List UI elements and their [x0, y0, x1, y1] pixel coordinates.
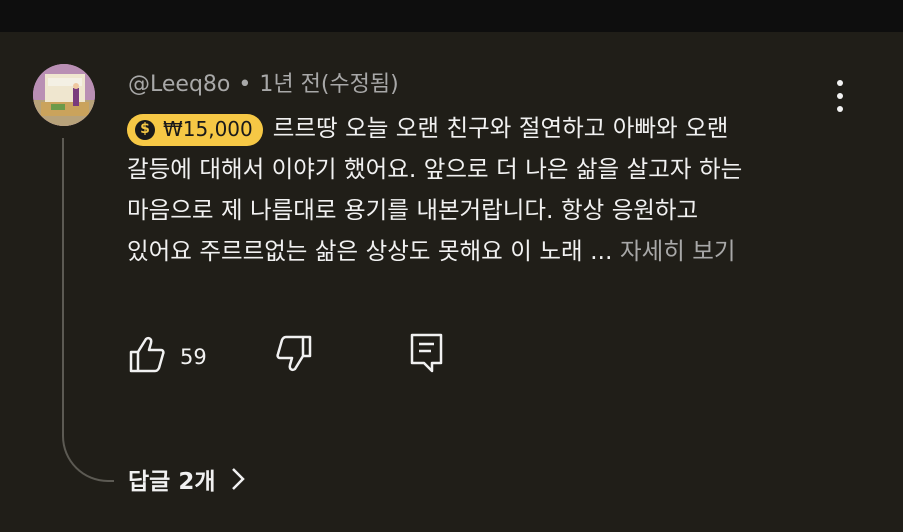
reply-icon: [410, 333, 443, 373]
comment-time: 1년 전(수정됨): [259, 72, 399, 97]
like-count: 59: [180, 345, 207, 369]
comment-line: 있어요 주르르없는 삶은 상상도 못해요 이 노래 ... 자세히 보기: [127, 231, 847, 272]
read-more-link[interactable]: 자세히 보기: [620, 237, 736, 265]
separator-dot: •: [238, 72, 252, 97]
replies-label: 답글 2개: [128, 469, 216, 495]
chevron-right-icon: [231, 468, 245, 490]
comment-header: @Leeq8o • 1년 전(수정됨): [128, 66, 399, 98]
super-thanks-amount: ₩15,000: [163, 117, 253, 141]
avatar[interactable]: [33, 64, 95, 126]
comment-text-line-3: 마음으로 제 나름대로 용기를 내본거랍니다. 항상 응원하고: [127, 196, 699, 224]
view-replies-button[interactable]: 답글 2개: [128, 462, 246, 496]
thumbs-up-icon: [129, 336, 165, 373]
comment-text-line-1: 르르땅 오늘 오랜 친구와 절연하고 아빠와 오랜: [272, 114, 729, 142]
comment-body: $ ₩15,000 르르땅 오늘 오랜 친구와 절연하고 아빠와 오랜 갈등에 …: [127, 108, 847, 272]
thumbs-down-icon: [276, 335, 312, 372]
comment-text-line-2: 갈등에 대해서 이야기 했어요. 앞으로 더 나은 삶을 살고자 하는: [127, 155, 743, 183]
comment-text-line-4: 있어요 주르르없는 삶은 상상도 못해요 이 노래 ...: [127, 237, 613, 265]
super-thanks-badge[interactable]: $ ₩15,000: [127, 113, 263, 146]
author-name[interactable]: @Leeq8o: [128, 72, 230, 97]
dollar-coin-icon: $: [135, 119, 155, 140]
top-bar: [0, 0, 903, 32]
comment-line: $ ₩15,000 르르땅 오늘 오랜 친구와 절연하고 아빠와 오랜: [127, 108, 847, 149]
avatar-image: [33, 64, 95, 126]
dislike-button[interactable]: [275, 334, 313, 378]
reply-button[interactable]: [410, 332, 444, 378]
thread-line: [62, 138, 114, 482]
like-button[interactable]: 59: [128, 334, 207, 378]
